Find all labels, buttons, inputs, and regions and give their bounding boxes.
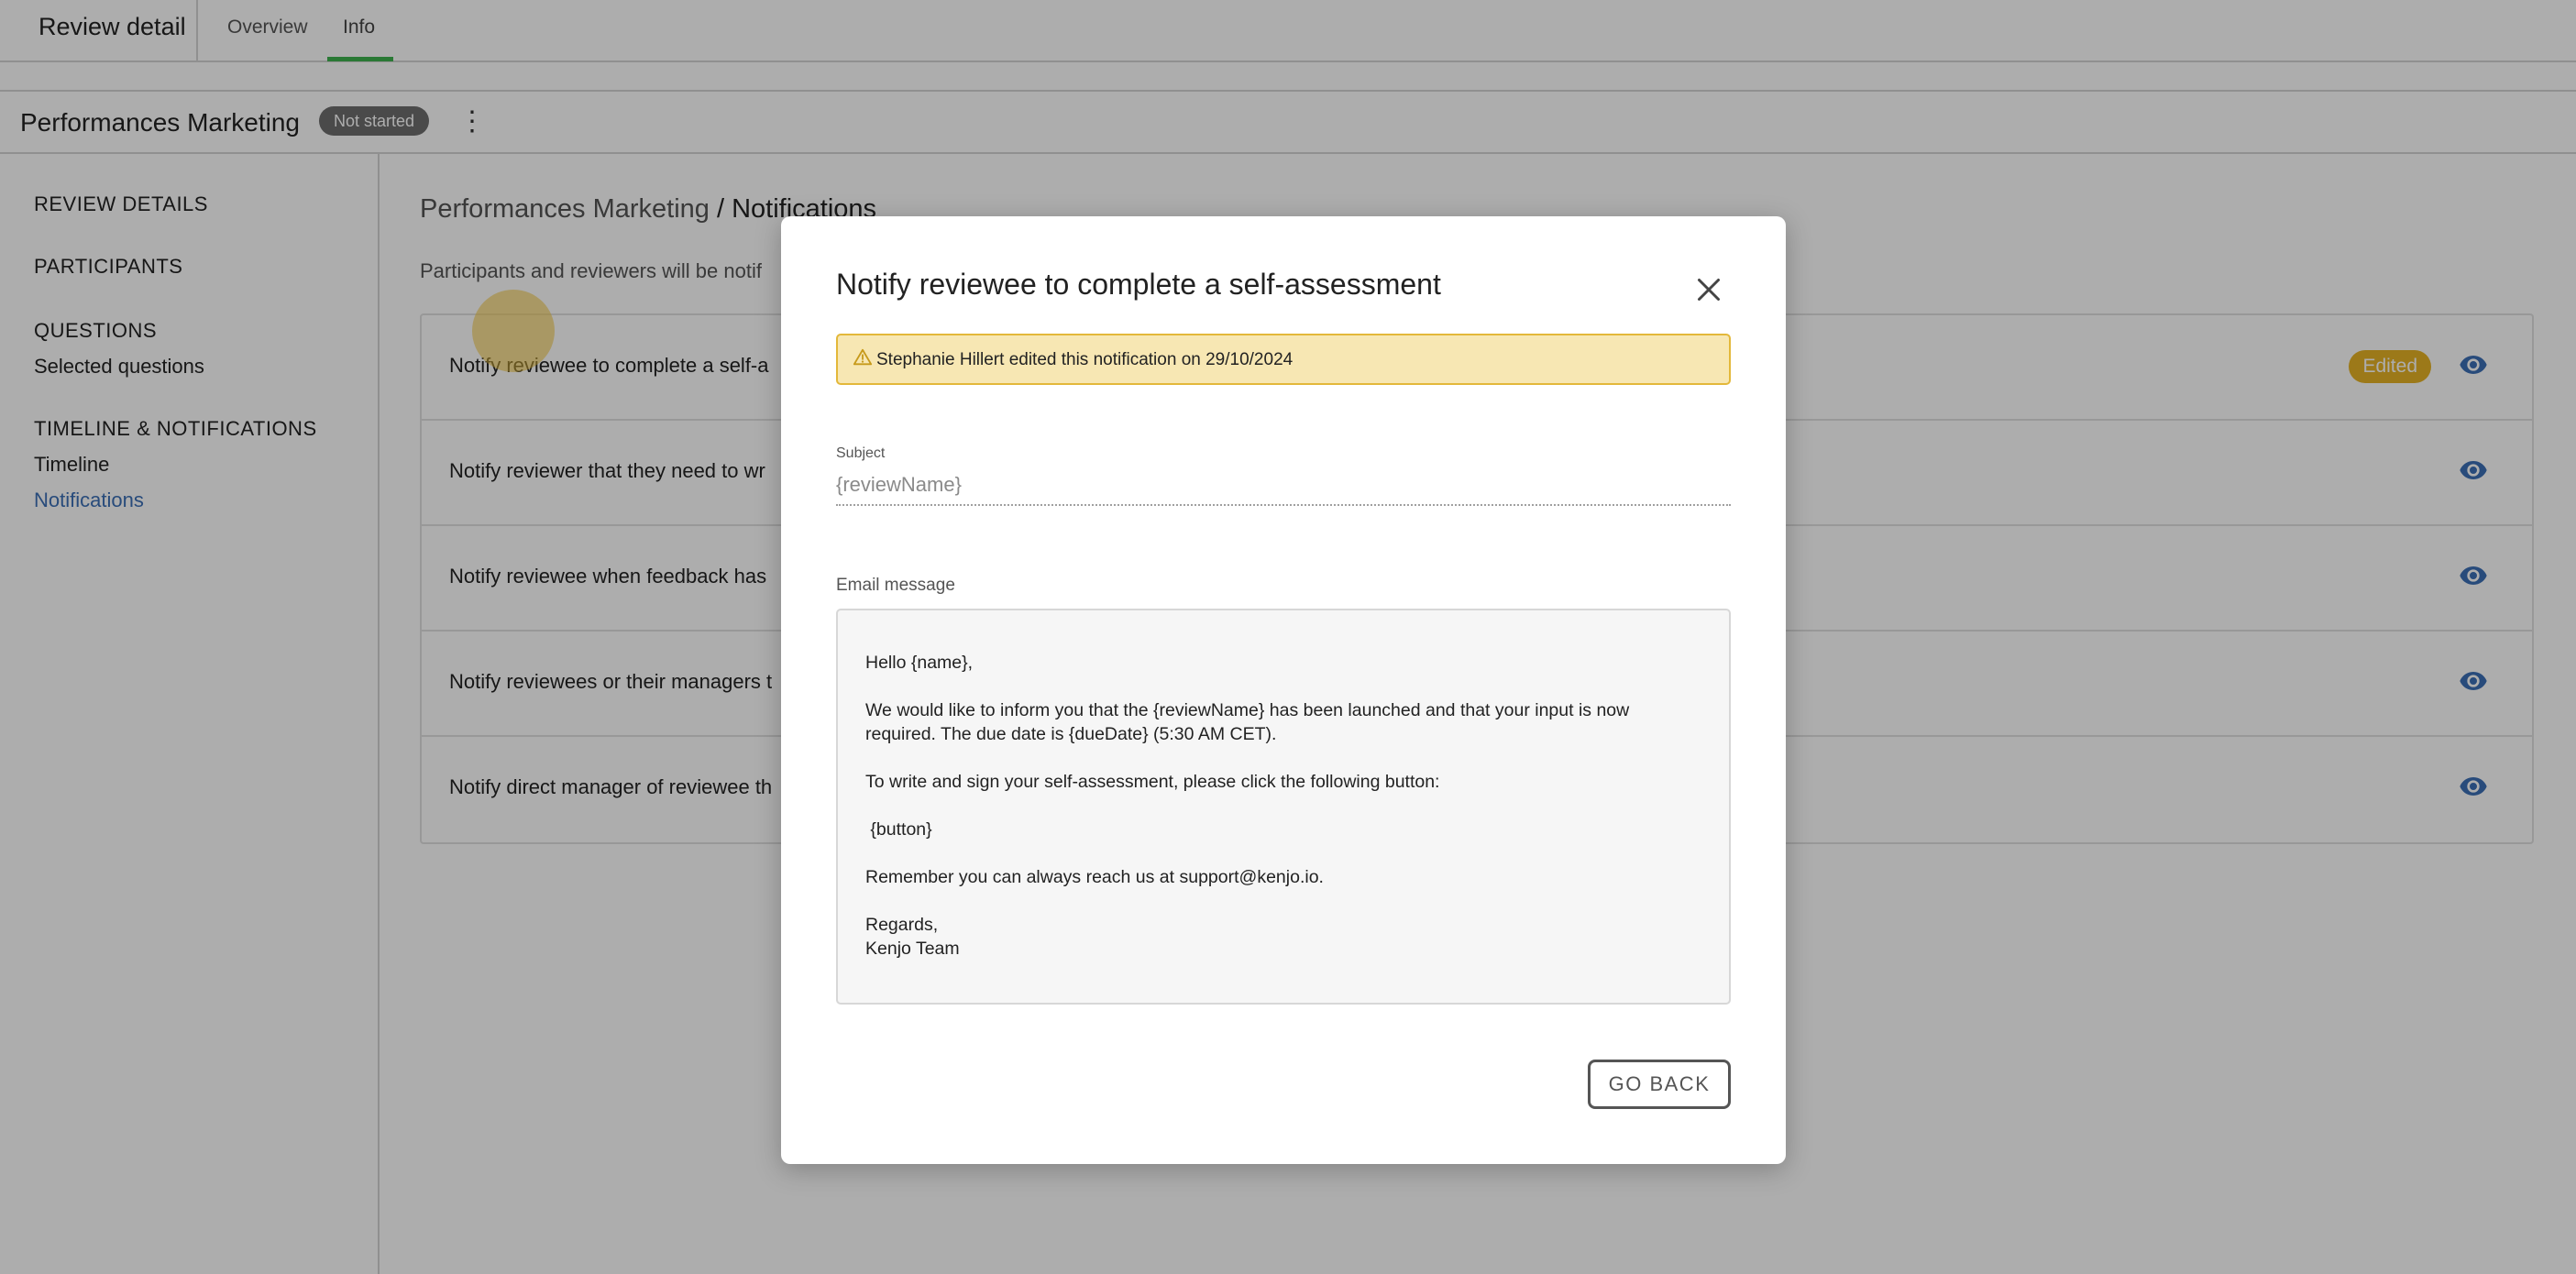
notification-dialog: Notify reviewee to complete a self-asses… <box>781 216 1786 1164</box>
warning-text: Stephanie Hillert edited this notificati… <box>876 350 1294 369</box>
email-line: Hello {name}, <box>865 653 974 673</box>
edited-warning-banner: Stephanie Hillert edited this notificati… <box>836 334 1731 385</box>
email-message-label: Email message <box>836 576 955 595</box>
email-line: {button} <box>865 819 932 840</box>
email-line: Remember you can always reach us at supp… <box>865 867 1324 887</box>
subject-label: Subject <box>836 445 886 461</box>
email-line: We would like to inform you that the {re… <box>865 700 1630 720</box>
warning-icon <box>853 348 873 366</box>
email-line: Regards, <box>865 915 939 935</box>
go-back-button[interactable]: GO BACK <box>1588 1060 1731 1109</box>
close-icon[interactable] <box>1692 273 1725 306</box>
email-message-body: Hello {name}, We would like to inform yo… <box>836 609 1731 1005</box>
email-line: To write and sign your self-assessment, … <box>865 772 1440 792</box>
email-line: required. The due date is {dueDate} (5:3… <box>865 724 1277 744</box>
email-line: Kenjo Team <box>865 939 960 959</box>
subject-field: {reviewName} <box>836 473 1731 506</box>
dialog-title: Notify reviewee to complete a self-asses… <box>836 268 1441 301</box>
